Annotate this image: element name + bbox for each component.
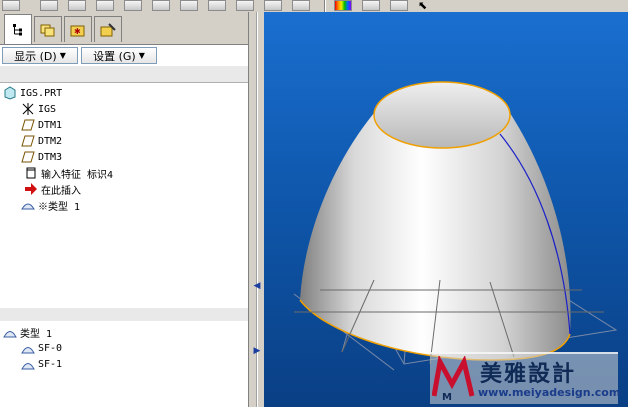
surface-icon <box>21 357 35 371</box>
view-icon[interactable] <box>390 0 408 11</box>
datum-plane-icon <box>21 134 35 148</box>
quilt-icon <box>21 198 35 212</box>
insert-arrow-icon <box>24 182 38 196</box>
watermark-logo: M <box>432 356 475 402</box>
view-icon[interactable] <box>68 0 86 11</box>
show-menu-button[interactable]: 显示 (D) ▼ <box>2 47 78 64</box>
watermark: M 美雅設計 www.meiyadesign.com <box>430 352 621 404</box>
pointer-icon[interactable]: ⬉ <box>418 0 427 12</box>
panel-splitter[interactable]: ◀ ▶ <box>248 12 265 407</box>
tree-item-label: 在此插入 <box>41 185 81 197</box>
model-tree-panel: ✱ 显示 (D) ▼ 设置 (G) ▼ IGS.PRT IGS DTM1 DTM… <box>0 12 248 407</box>
view-icon[interactable] <box>362 0 380 11</box>
model-tree-tab[interactable] <box>4 14 32 44</box>
detail-item-label: SF-0 <box>38 342 63 354</box>
model-tree: IGS.PRT IGS DTM1 DTM2 DTM3 输入特征 标识4 在此插入… <box>0 83 248 309</box>
tree-item-label: DTM3 <box>38 151 63 163</box>
top-opening <box>373 81 511 149</box>
tree-item-insert-here[interactable]: 在此插入 <box>24 181 81 197</box>
tree-header <box>0 66 248 83</box>
view-icon[interactable] <box>292 0 310 11</box>
watermark-url: www.meiyadesign.com <box>478 386 621 399</box>
tree-item-label: DTM2 <box>38 135 63 147</box>
detail-item-sf0[interactable]: SF-0 <box>21 340 62 356</box>
view-icon[interactable] <box>180 0 198 11</box>
detail-root[interactable]: 类型 1 <box>3 324 52 340</box>
tree-menu-bar: 显示 (D) ▼ 设置 (G) ▼ <box>0 44 248 67</box>
tree-item-quilt[interactable]: ※类型 1 <box>21 197 80 213</box>
settings-menu-label: 设置 (G) <box>93 49 136 63</box>
import-feature-icon <box>24 166 38 180</box>
show-menu-label: 显示 (D) <box>14 49 57 63</box>
datum-plane-icon <box>21 118 35 132</box>
favorites-icon <box>100 22 116 36</box>
tree-item-dtm2[interactable]: DTM2 <box>21 133 62 149</box>
chevron-down-icon: ▼ <box>59 51 66 60</box>
tree-item-dtm3[interactable]: DTM3 <box>21 149 62 165</box>
tree-item-label: 输入特征 标识4 <box>41 169 114 181</box>
view-icon[interactable] <box>2 0 20 11</box>
navigator-tabs: ✱ <box>0 12 248 44</box>
detail-item-sf1[interactable]: SF-1 <box>21 356 62 372</box>
view-icon[interactable] <box>236 0 254 11</box>
tree-item-label: DTM1 <box>38 119 63 131</box>
layers-icon <box>40 24 55 36</box>
chevron-down-icon: ▼ <box>138 51 145 60</box>
favorites-tab[interactable] <box>94 16 122 42</box>
view-icon[interactable] <box>264 0 282 11</box>
layers-tab[interactable] <box>34 16 62 42</box>
detail-tree: 类型 1 SF-0 SF-1 <box>0 321 248 407</box>
detail-item-label: SF-1 <box>38 358 63 370</box>
graphics-viewport[interactable] <box>264 12 628 407</box>
view-icon[interactable] <box>40 0 58 11</box>
svg-text:M: M <box>442 392 452 402</box>
csys-icon <box>21 102 35 116</box>
view-icon[interactable] <box>208 0 226 11</box>
tree-item-label: ※类型 1 <box>38 201 81 213</box>
collapse-left-icon[interactable]: ◀ <box>253 281 261 291</box>
folder-icon: ✱ <box>70 25 85 36</box>
folder-tab[interactable]: ✱ <box>64 16 92 42</box>
detail-root-label: 类型 1 <box>20 328 53 340</box>
tree-root[interactable]: IGS.PRT <box>3 85 62 101</box>
tree-item-igs[interactable]: IGS <box>21 101 56 117</box>
view-icon[interactable] <box>152 0 170 11</box>
model-tree-icon <box>13 23 22 35</box>
settings-menu-button[interactable]: 设置 (G) ▼ <box>81 47 157 64</box>
quilt-icon <box>3 325 17 339</box>
part-icon <box>3 86 17 100</box>
tree-root-label: IGS.PRT <box>20 87 63 99</box>
toolbar-separator <box>324 0 326 12</box>
datum-plane-icon <box>21 150 35 164</box>
collapse-right-icon[interactable]: ▶ <box>253 346 261 356</box>
tree-item-import-feature[interactable]: 输入特征 标识4 <box>24 165 113 181</box>
detail-header <box>0 308 248 322</box>
view-icon[interactable] <box>124 0 142 11</box>
tree-item-label: IGS <box>38 103 57 115</box>
view-icon[interactable] <box>96 0 114 11</box>
color-icon[interactable] <box>334 0 352 11</box>
svg-text:✱: ✱ <box>74 27 81 36</box>
tree-item-dtm1[interactable]: DTM1 <box>21 117 62 133</box>
watermark-title: 美雅設計 <box>480 362 577 387</box>
model-render <box>293 81 618 371</box>
surface-icon <box>21 341 35 355</box>
